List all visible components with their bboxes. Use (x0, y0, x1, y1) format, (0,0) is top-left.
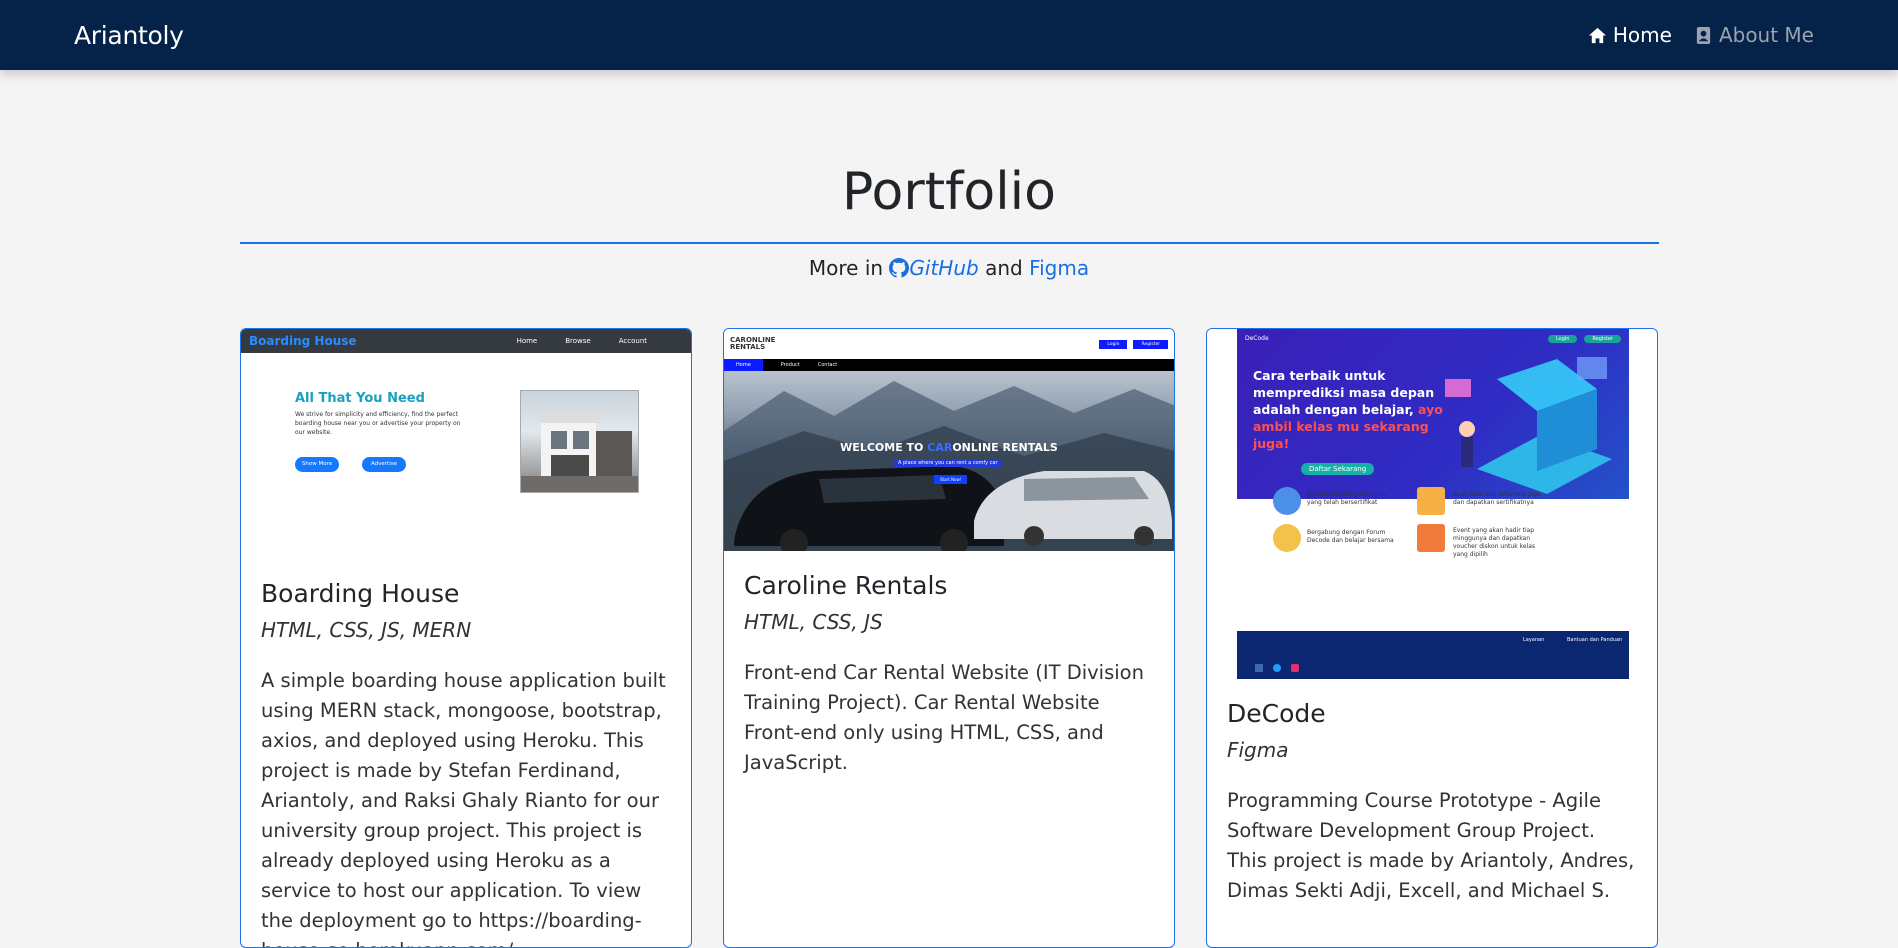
card-description: Programming Course Prototype - Agile Sof… (1227, 789, 1635, 902)
thumb-nav-item: Account (618, 337, 647, 345)
and-label: and (985, 256, 1023, 280)
social-icons (1255, 664, 1299, 672)
github-label: GitHub (909, 256, 979, 280)
thumb-nav-item: Browse (565, 337, 591, 345)
thumb-show-more-button: Show More (295, 457, 339, 472)
thumb-headline: Cara terbaik untuk memprediksi masa depa… (1253, 367, 1453, 452)
project-card-decode[interactable]: DeCode Login Register Cara terbaik untuk… (1206, 328, 1658, 948)
thumb-menu-item: Home (724, 359, 763, 371)
project-card-boarding-house[interactable]: Boarding House Home Browse Account All T… (240, 328, 692, 948)
nav-links: Home About Me (1588, 23, 1814, 47)
thumb-topbar: CARONLINE RENTALS Login Register (724, 329, 1174, 359)
thumb-nav-links: Home Browse Account (517, 337, 647, 345)
thumb-hero-title: All That You Need (295, 391, 425, 406)
card-title: DeCode (1227, 699, 1326, 728)
thumb-logo: CARONLINE RENTALS (730, 337, 775, 351)
card-tags: HTML, CSS, JS, MERN (261, 618, 472, 642)
welcome-rest: ONLINE RENTALS (952, 441, 1058, 454)
thumb-auth-buttons: Login Register (1543, 334, 1621, 343)
thumb-feature-text: Event yang akan hadir tiap minggunya dan… (1453, 527, 1535, 558)
event-voucher-icon (1417, 524, 1445, 552)
project-card-caroline-rentals[interactable]: CARONLINE RENTALS Login Register Home Pr… (723, 328, 1175, 948)
thumb-feature-text: Bergabung dengan Forum Decode dan belaja… (1307, 529, 1394, 544)
brand-link[interactable]: Ariantoly (74, 21, 184, 50)
thumb-hero-image: WELCOME TO CARONLINE RENTALS A place whe… (724, 371, 1174, 551)
thumb-advertise-button: Advertise (362, 457, 406, 472)
nav-home-link[interactable]: Home (1588, 23, 1672, 47)
forum-icon (1273, 524, 1301, 552)
github-link[interactable]: GitHub (889, 256, 979, 280)
page-title: Portfolio (842, 162, 1056, 222)
thumb-logo-line2: RENTALS (730, 343, 766, 351)
nav-about-label: About Me (1718, 23, 1814, 47)
card-description: Front-end Car Rental Website (IT Divisio… (744, 661, 1144, 774)
thumb-footer: Layanan Bantuan dan Panduan (1237, 631, 1629, 679)
portfolio-cards: Boarding House Home Browse Account All T… (240, 328, 1658, 948)
thumb-navbar: Boarding House Home Browse Account (241, 329, 691, 353)
thumb-cta-button: Daftar Sekarang (1301, 463, 1375, 475)
welcome-prefix: WELCOME TO (840, 441, 924, 454)
title-divider (240, 242, 1659, 244)
certificate-icon (1417, 487, 1445, 515)
thumb-register-button: Register (1133, 339, 1168, 349)
boarding-house-screenshot: Boarding House Home Browse Account All T… (241, 329, 691, 559)
certified-teacher-icon (1273, 487, 1301, 515)
thumb-footer-col1: Layanan (1523, 637, 1545, 643)
house-illustration (521, 413, 638, 492)
thumb-register-button: Register (1584, 334, 1621, 343)
thumb-menu-item: Contact (817, 362, 838, 368)
thumb-feature-text: Buat sekarang sekarang juga dan dapatkan… (1453, 491, 1541, 506)
thumb-welcome-text: WELCOME TO CARONLINE RENTALS (724, 441, 1174, 454)
navbar: Ariantoly Home About Me (0, 0, 1898, 70)
decode-screenshot: DeCode Login Register Cara terbaik untuk… (1207, 329, 1657, 679)
thumb-start-button: Start Now! (934, 475, 968, 484)
card-tags: HTML, CSS, JS (744, 610, 883, 634)
headline-text: Cara terbaik untuk memprediksi masa depa… (1253, 368, 1435, 417)
card-body: DeCode Figma Programming Course Prototyp… (1207, 679, 1657, 926)
card-tags: Figma (1227, 738, 1289, 762)
home-icon (1588, 27, 1606, 43)
card-description: A simple boarding house application buil… (261, 669, 666, 947)
house-photo (520, 390, 639, 493)
more-prefix: More in (808, 256, 884, 280)
thumb-nav-item: Home (516, 337, 538, 345)
card-body: Boarding House HTML, CSS, JS, MERN A sim… (241, 559, 691, 947)
portfolio-header: Portfolio More in GitHub and Figma (0, 166, 1898, 280)
nav-home-label: Home (1612, 23, 1672, 47)
thumb-auth-buttons: Login Register (1099, 339, 1168, 349)
thumb-login-button: Login (1099, 339, 1128, 349)
thumb-menu-item: Product (780, 362, 800, 368)
figma-link[interactable]: Figma (1029, 256, 1089, 280)
card-title: Boarding House (261, 579, 460, 608)
card-body: Caroline Rentals HTML, CSS, JS Front-end… (724, 551, 1174, 798)
more-links: More in GitHub and Figma (0, 256, 1898, 280)
welcome-car: CAR (927, 441, 953, 454)
card-title: Caroline Rentals (744, 571, 948, 600)
thumb-brand: Boarding House (249, 334, 357, 348)
thumb-footer-col2: Bantuan dan Panduan (1567, 637, 1623, 643)
thumb-subtitle: A place where you can rent a comfy car (894, 459, 1002, 467)
thumb-banner: DeCode Login Register Cara terbaik untuk… (1237, 329, 1629, 499)
user-card-icon (1696, 26, 1711, 44)
thumb-login-button: Login (1547, 334, 1578, 343)
thumb-menu: Home Product Contact (724, 359, 1174, 371)
github-icon (889, 258, 910, 278)
thumb-topbar: DeCode Login Register (1237, 329, 1629, 347)
thumb-feature-text: Belajar langsung dari guru yang telah be… (1307, 491, 1387, 506)
thumb-brand: DeCode (1245, 334, 1269, 342)
caroline-rentals-screenshot: CARONLINE RENTALS Login Register Home Pr… (724, 329, 1174, 551)
nav-about-link[interactable]: About Me (1694, 23, 1814, 47)
thumb-hero-text: We strive for simplicity and efficiency,… (295, 411, 461, 436)
laptop-illustration (1445, 357, 1612, 494)
